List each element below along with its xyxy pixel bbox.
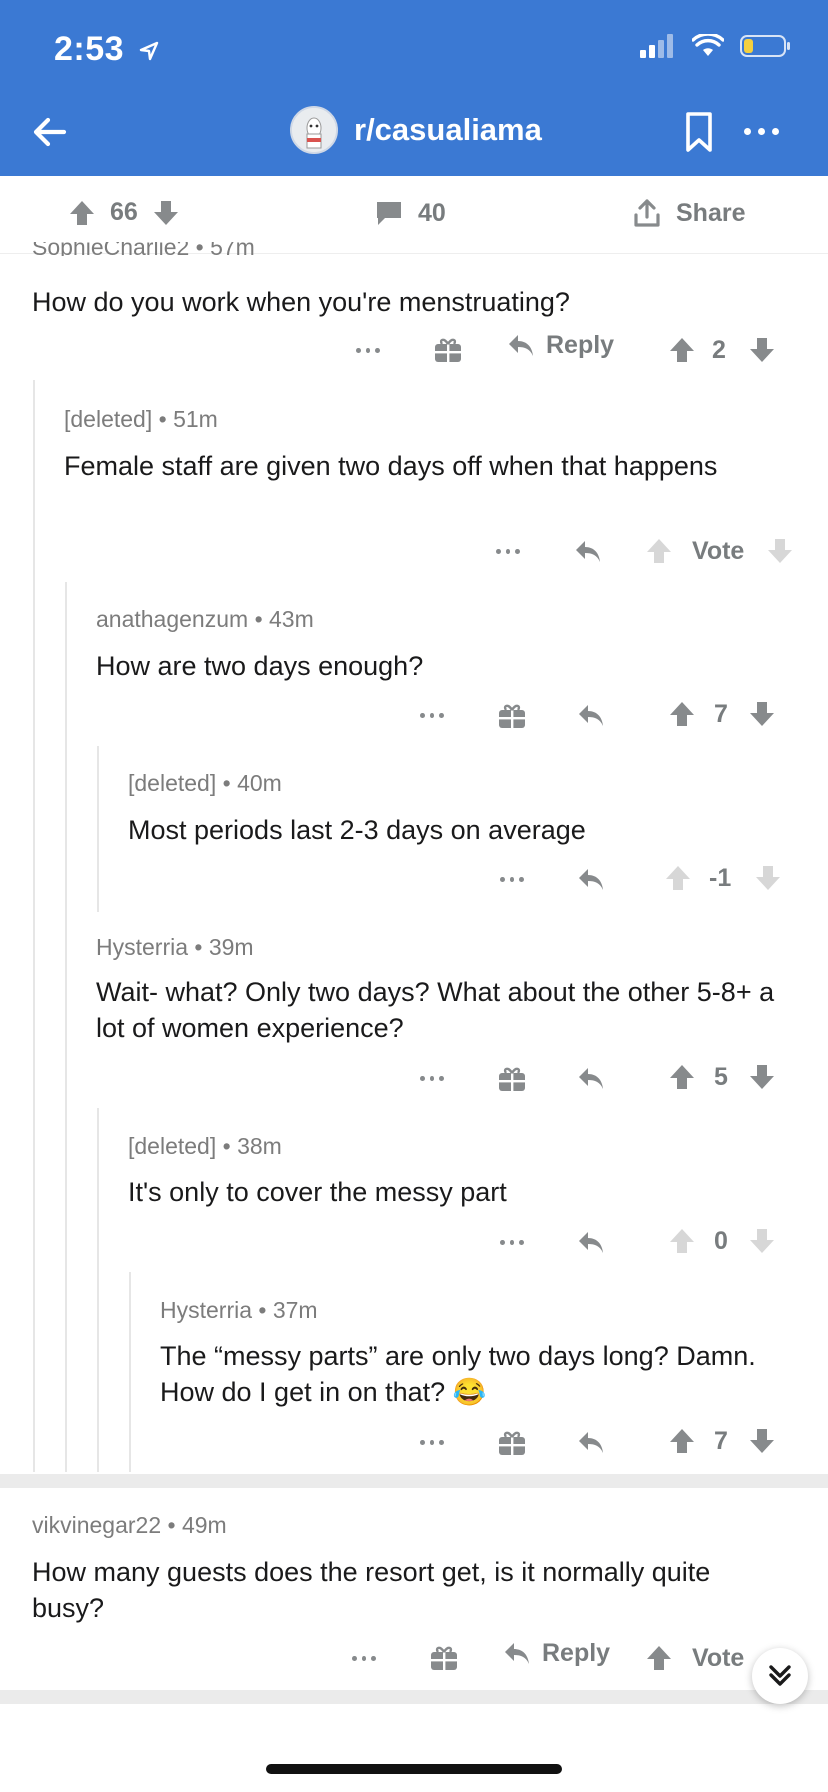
post-comments-button[interactable]: 40: [374, 198, 446, 228]
status-time: 2:53: [54, 30, 160, 69]
reply-icon[interactable]: [576, 700, 606, 730]
status-time-text: 2:53: [54, 30, 125, 68]
comment-meta: vikvinegar22 • 49m: [32, 1512, 227, 1538]
comment-body: How do you work when you're menstruating…: [32, 287, 570, 317]
comment-more-icon[interactable]: [500, 876, 525, 882]
gift-award-icon[interactable]: [433, 334, 463, 364]
comment-body: Female staff are given two days off when…: [64, 451, 718, 481]
reply-icon: [509, 335, 533, 356]
comment-score: 5: [714, 1063, 728, 1091]
comment-meta: anathagenzum • 43m: [96, 606, 314, 632]
upvote-icon[interactable]: [668, 1063, 696, 1091]
thread-divider: [0, 1690, 828, 1704]
comment-meta: [deleted] • 51m: [64, 406, 218, 432]
comment-meta: [deleted] • 38m: [128, 1133, 282, 1159]
reply-button[interactable]: Reply: [506, 330, 614, 360]
clipped-comment-author: SophieCharlie2 • 57m: [32, 242, 255, 256]
downvote-icon[interactable]: [748, 700, 776, 728]
upvote-icon[interactable]: [645, 1644, 673, 1672]
status-icons: [640, 34, 792, 58]
thread-line-5: [129, 1272, 131, 1472]
subreddit-title: r/casualiama: [354, 112, 542, 147]
scroll-to-next-button[interactable]: [752, 1648, 808, 1704]
downvote-icon[interactable]: [748, 336, 776, 364]
reply-button[interactable]: Reply: [502, 1638, 610, 1668]
comment-meta: Hysterria • 39m: [96, 934, 254, 960]
comment-more-icon[interactable]: [356, 347, 381, 353]
downvote-icon[interactable]: [766, 537, 794, 565]
reply-icon[interactable]: [576, 1427, 606, 1457]
thread-divider: [0, 1474, 828, 1488]
share-icon: [634, 199, 660, 227]
upvote-icon[interactable]: [668, 1427, 696, 1455]
comment-score: Vote: [692, 537, 745, 565]
cellular-signal-icon: [640, 34, 673, 58]
comment-more-icon[interactable]: [496, 548, 521, 554]
downvote-icon[interactable]: [754, 864, 782, 892]
bookmark-icon[interactable]: [682, 110, 716, 154]
comment-score: 7: [714, 700, 728, 728]
back-arrow-icon[interactable]: [28, 110, 72, 154]
comment-meta: Hysterria • 37m: [160, 1297, 318, 1323]
downvote-icon[interactable]: [748, 1227, 776, 1255]
more-options-icon[interactable]: [744, 128, 779, 135]
upvote-icon[interactable]: [664, 864, 692, 892]
comment-more-icon[interactable]: [420, 1075, 445, 1081]
home-indicator[interactable]: [266, 1764, 562, 1774]
comment-score: 0: [714, 1227, 728, 1255]
upvote-icon[interactable]: [668, 336, 696, 364]
gift-award-icon[interactable]: [497, 1063, 527, 1093]
post-vote-group: 66: [68, 198, 180, 227]
comment-body: Wait- what? Only two days? What about th…: [96, 977, 775, 1043]
double-chevron-down-icon: [769, 1665, 791, 1686]
upvote-icon[interactable]: [645, 537, 673, 565]
gift-award-icon[interactable]: [429, 1642, 459, 1672]
downvote-icon[interactable]: [748, 1063, 776, 1091]
battery-icon: [740, 35, 790, 57]
comment-body: How are two days enough?: [96, 651, 424, 681]
comment-body: It's only to cover the messy part: [128, 1177, 507, 1207]
comment-score: -1: [709, 864, 732, 892]
downvote-icon[interactable]: [152, 199, 180, 227]
post-score: 66: [110, 198, 138, 226]
llama-icon: [292, 108, 336, 152]
post-comment-count: 40: [418, 198, 446, 227]
subreddit-header[interactable]: r/casualiama: [290, 106, 542, 154]
comment-more-icon[interactable]: [420, 712, 445, 718]
status-bar: 2:53: [0, 0, 828, 92]
upvote-icon[interactable]: [68, 199, 96, 227]
gift-award-icon[interactable]: [497, 1427, 527, 1457]
share-label: Share: [676, 198, 746, 227]
reply-icon[interactable]: [573, 536, 603, 566]
comment-score: 7: [714, 1427, 728, 1455]
nav-bar: r/casualiama: [0, 92, 828, 176]
thread-line-4: [97, 1108, 99, 1472]
thread-line-3: [97, 746, 99, 912]
comment-score: 2: [712, 336, 726, 364]
thread-line-2: [65, 582, 67, 1472]
reply-icon[interactable]: [576, 864, 606, 894]
upvote-icon[interactable]: [668, 700, 696, 728]
comment-body: The “messy parts” are only two days long…: [160, 1341, 756, 1407]
wifi-icon: [692, 34, 724, 56]
reply-icon: [505, 1643, 529, 1664]
reply-icon[interactable]: [576, 1063, 606, 1093]
subreddit-avatar: [290, 106, 338, 154]
thread-line-1: [33, 380, 35, 1472]
comment-bubble-icon: [377, 202, 401, 225]
downvote-icon[interactable]: [748, 1427, 776, 1455]
upvote-icon[interactable]: [668, 1227, 696, 1255]
comment-meta: [deleted] • 40m: [128, 770, 282, 796]
comment-body: Most periods last 2-3 days on average: [128, 815, 586, 845]
comment-more-icon[interactable]: [420, 1439, 445, 1445]
comment-score: Vote: [692, 1644, 745, 1672]
comment-more-icon[interactable]: [352, 1655, 377, 1661]
gift-award-icon[interactable]: [497, 700, 527, 730]
reply-icon[interactable]: [576, 1227, 606, 1257]
post-share-button[interactable]: Share: [632, 198, 745, 228]
comment-more-icon[interactable]: [500, 1239, 525, 1245]
location-arrow-icon: [139, 41, 159, 61]
comment-body: How many guests does the resort get, is …: [32, 1557, 711, 1623]
